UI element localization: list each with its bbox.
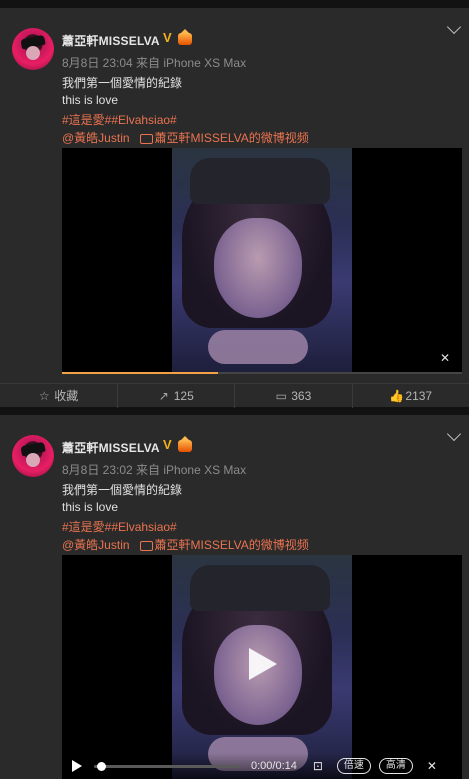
avatar[interactable] xyxy=(12,435,54,477)
favorite-button[interactable]: ☆ 收藏 xyxy=(0,384,118,408)
seek-knob[interactable] xyxy=(97,762,106,771)
link-row: @黃皓Justin 蕭亞軒MISSELVA的微博视频 xyxy=(62,129,309,146)
post-card: 蕭亞軒MISSELVA V 8月8日 23:02 来自 iPhone XS Ma… xyxy=(0,415,469,779)
mention-link[interactable]: @黃皓Justin xyxy=(62,538,130,552)
user-name[interactable]: 蕭亞軒MISSELVA xyxy=(62,439,160,456)
video-progress-fill xyxy=(62,372,218,374)
play-overlay-icon[interactable] xyxy=(249,648,277,680)
share-arrow-icon: ↗ xyxy=(158,384,170,408)
comment-count: 363 xyxy=(291,389,311,403)
post-text-english: this is love xyxy=(62,500,118,514)
video-progress-bar[interactable] xyxy=(62,372,462,374)
video-player[interactable]: 0:00/0:14 ⊡ 倍速 高清 ✕ xyxy=(62,555,462,779)
user-name[interactable]: 蕭亞軒MISSELVA xyxy=(62,32,160,49)
post-text: 我們第一個愛情的紀錄 xyxy=(62,481,182,498)
verified-icon: V xyxy=(163,31,177,45)
hashtag-link[interactable]: #這是愛##Elvahsiao# xyxy=(62,518,177,535)
avatar[interactable] xyxy=(12,28,54,70)
quality-button[interactable]: 高清 xyxy=(379,758,413,774)
verified-icon: V xyxy=(163,438,177,452)
comment-bubble-icon: ▭ xyxy=(275,384,287,408)
feed-gap xyxy=(0,0,469,8)
star-outline-icon: ☆ xyxy=(38,384,50,408)
mute-icon[interactable]: ✕ xyxy=(440,352,454,364)
repost-button[interactable]: ↗ 125 xyxy=(118,384,236,408)
seek-bar[interactable] xyxy=(94,765,239,768)
post-text: 我們第一個愛情的紀錄 xyxy=(62,74,182,91)
post-meta: 8月8日 23:04 来自 iPhone XS Max xyxy=(62,54,246,71)
post-meta: 8月8日 23:02 来自 iPhone XS Max xyxy=(62,461,246,478)
hashtag-link[interactable]: #這是愛##Elvahsiao# xyxy=(62,111,177,128)
video-icon xyxy=(140,134,153,144)
weibo-feed: 蕭亞軒MISSELVA V 8月8日 23:04 来自 iPhone XS Ma… xyxy=(0,0,469,771)
like-count: 2137 xyxy=(405,389,432,403)
chevron-down-icon[interactable] xyxy=(447,20,461,34)
video-frame xyxy=(172,555,352,779)
video-player[interactable]: ✕ xyxy=(62,148,462,374)
video-time: 0:00/0:14 xyxy=(251,760,297,772)
post-card: 蕭亞軒MISSELVA V 8月8日 23:04 来自 iPhone XS Ma… xyxy=(0,8,469,407)
member-crown-icon xyxy=(178,440,192,452)
comment-button[interactable]: ▭ 363 xyxy=(235,384,353,408)
link-row: @黃皓Justin 蕭亞軒MISSELVA的微博视频 xyxy=(62,536,309,553)
video-source-link[interactable]: 蕭亞軒MISSELVA的微博视频 xyxy=(155,131,309,145)
mention-link[interactable]: @黃皓Justin xyxy=(62,131,130,145)
video-controls: 0:00/0:14 ⊡ 倍速 高清 ✕ xyxy=(62,753,462,779)
play-icon[interactable] xyxy=(72,760,82,772)
repost-count: 125 xyxy=(174,389,194,403)
chevron-down-icon[interactable] xyxy=(447,427,461,441)
action-bar: ☆ 收藏 ↗ 125 ▭ 363 👍 2137 xyxy=(0,383,469,408)
favorite-label: 收藏 xyxy=(54,389,78,403)
thumbs-up-icon: 👍 xyxy=(389,384,401,408)
video-source-link[interactable]: 蕭亞軒MISSELVA的微博视频 xyxy=(155,538,309,552)
video-frame xyxy=(172,148,352,372)
post-text-english: this is love xyxy=(62,93,118,107)
feed-gap xyxy=(0,407,469,415)
like-button[interactable]: 👍 2137 xyxy=(353,384,469,408)
speed-button[interactable]: 倍速 xyxy=(337,758,371,774)
member-crown-icon xyxy=(178,33,192,45)
video-icon xyxy=(140,541,153,551)
